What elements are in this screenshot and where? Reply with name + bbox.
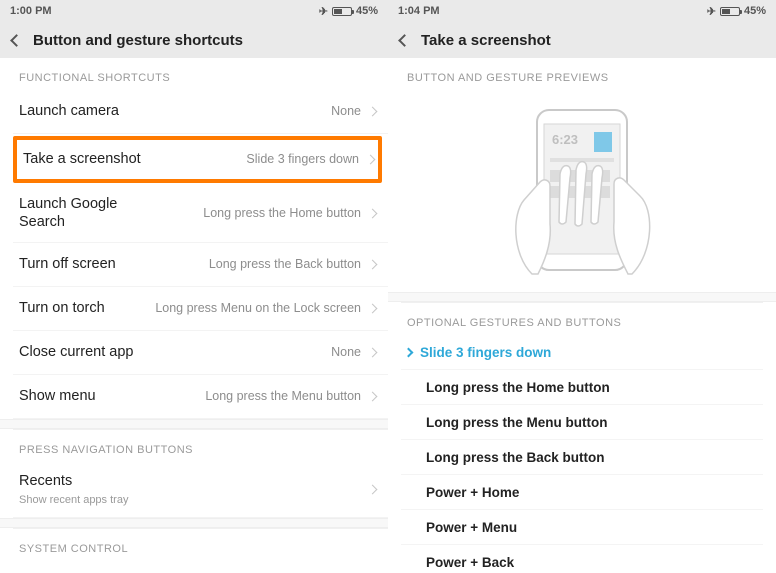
back-icon[interactable] — [398, 34, 411, 47]
row-value: Long press the Back button — [124, 257, 361, 273]
status-bar: 1:00 PM ✈ 45% — [0, 0, 388, 22]
status-icons: ✈ 45% — [319, 5, 378, 18]
gesture-preview-illustration: 6:23 — [482, 104, 682, 280]
option-slide-3-fingers-down[interactable]: Slide 3 fingers down — [401, 335, 763, 370]
status-time: 1:04 PM — [398, 5, 440, 17]
row-show-menu[interactable]: Show menu Long press the Menu button — [13, 375, 388, 419]
chevron-right-icon — [404, 347, 414, 357]
row-value: Long press the Menu button — [104, 389, 361, 405]
airplane-icon: ✈ — [707, 5, 716, 18]
settings-list[interactable]: FUNCTIONAL SHORTCUTS Launch camera None … — [0, 58, 388, 573]
option-label: Power + Back — [426, 555, 514, 570]
chevron-right-icon — [368, 107, 378, 117]
row-turn-on-torch[interactable]: Turn on torch Long press Menu on the Loc… — [13, 287, 388, 331]
row-recents[interactable]: Recents Show recent apps tray — [13, 462, 388, 517]
battery-icon — [332, 7, 352, 16]
pane-button-gesture-shortcuts: 1:00 PM ✈ 45% Button and gesture shortcu… — [0, 0, 388, 573]
title-bar: Take a screenshot — [388, 22, 776, 58]
option-long-press-menu[interactable]: Long press the Menu button — [401, 405, 763, 440]
row-label: Recents — [19, 473, 361, 490]
chevron-right-icon — [368, 392, 378, 402]
row-label: Launch Google Search — [19, 196, 139, 231]
option-label: Long press the Home button — [426, 380, 610, 395]
row-value: None — [141, 345, 361, 361]
row-value: Long press the Home button — [147, 206, 361, 222]
row-value: Slide 3 fingers down — [149, 152, 359, 168]
section-system-control: SYSTEM CONTROL — [13, 528, 388, 561]
row-label: Take a screenshot — [23, 151, 141, 168]
row-launch-camera[interactable]: Launch camera None — [13, 90, 388, 134]
option-power-menu[interactable]: Power + Menu — [401, 510, 763, 545]
option-label: Long press the Back button — [426, 450, 605, 465]
option-label: Power + Menu — [426, 520, 517, 535]
option-power-back[interactable]: Power + Back — [401, 545, 763, 573]
back-icon[interactable] — [10, 34, 23, 47]
chevron-right-icon — [368, 484, 378, 494]
row-label: Turn on torch — [19, 300, 105, 317]
pane-take-a-screenshot: 1:04 PM ✈ 45% Take a screenshot BUTTON A… — [388, 0, 776, 573]
row-take-screenshot[interactable]: Take a screenshot Slide 3 fingers down — [13, 136, 382, 183]
section-press-navigation-buttons: PRESS NAVIGATION BUTTONS — [13, 429, 388, 462]
gesture-preview: 6:23 — [401, 90, 763, 292]
chevron-right-icon — [368, 260, 378, 270]
row-label: Close current app — [19, 344, 133, 361]
screenshot-options-screen[interactable]: BUTTON AND GESTURE PREVIEWS 6:23 — [388, 58, 776, 573]
preview-clock-text: 6:23 — [552, 132, 578, 147]
option-label: Slide 3 fingers down — [420, 345, 551, 360]
status-time: 1:00 PM — [10, 5, 52, 17]
section-functional-shortcuts: FUNCTIONAL SHORTCUTS — [13, 58, 388, 90]
option-label: Power + Home — [426, 485, 519, 500]
section-button-gesture-previews: BUTTON AND GESTURE PREVIEWS — [401, 58, 763, 90]
row-label: Turn off screen — [19, 256, 116, 273]
chevron-right-icon — [368, 304, 378, 314]
option-power-home[interactable]: Power + Home — [401, 475, 763, 510]
row-launch-google-search[interactable]: Launch Google Search Long press the Home… — [13, 185, 388, 243]
chevron-right-icon — [368, 348, 378, 358]
option-long-press-back[interactable]: Long press the Back button — [401, 440, 763, 475]
row-turn-off-screen[interactable]: Turn off screen Long press the Back butt… — [13, 243, 388, 287]
battery-percent: 45% — [744, 5, 766, 17]
option-long-press-home[interactable]: Long press the Home button — [401, 370, 763, 405]
row-label: Show menu — [19, 388, 96, 405]
row-close-current-app[interactable]: Close current app None — [13, 331, 388, 375]
status-bar: 1:04 PM ✈ 45% — [388, 0, 776, 22]
battery-icon — [720, 7, 740, 16]
chevron-right-icon — [368, 209, 378, 219]
option-label: Long press the Menu button — [426, 415, 608, 430]
row-value: None — [127, 104, 361, 120]
section-optional-gestures: OPTIONAL GESTURES AND BUTTONS — [401, 302, 763, 335]
row-label: Launch camera — [19, 103, 119, 120]
row-sublabel: Show recent apps tray — [19, 494, 361, 506]
page-title: Take a screenshot — [421, 32, 551, 49]
page-title: Button and gesture shortcuts — [33, 32, 243, 49]
airplane-icon: ✈ — [319, 5, 328, 18]
title-bar: Button and gesture shortcuts — [0, 22, 388, 58]
row-value: Long press Menu on the Lock screen — [113, 301, 361, 317]
chevron-right-icon — [366, 155, 376, 165]
battery-percent: 45% — [356, 5, 378, 17]
status-icons: ✈ 45% — [707, 5, 766, 18]
